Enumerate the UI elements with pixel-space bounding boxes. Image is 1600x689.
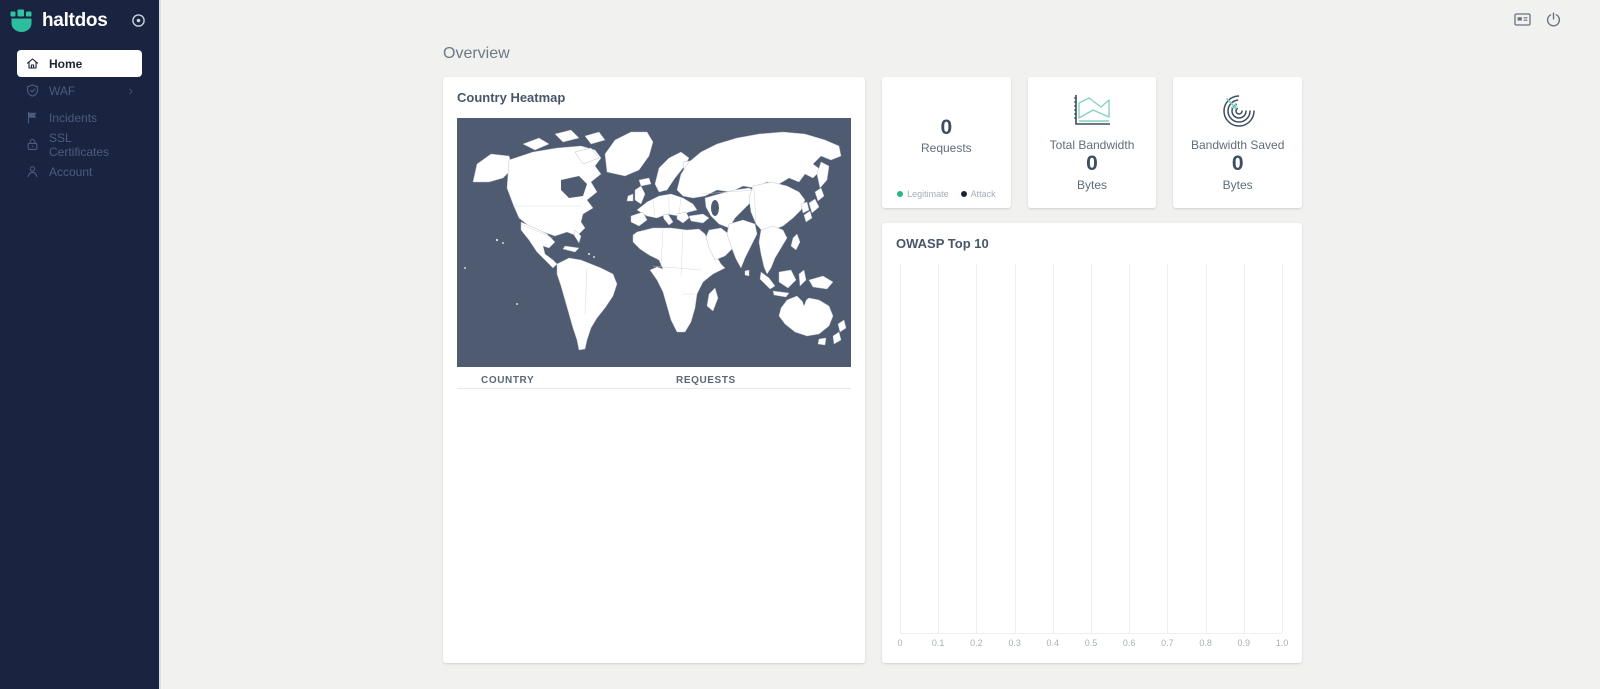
total-bandwidth-unit: Bytes bbox=[1077, 178, 1107, 192]
chevron-right-icon: › bbox=[129, 84, 133, 97]
sidebar-item-label: SSL Certificates bbox=[49, 131, 133, 159]
sidebar-item-ssl-certificates[interactable]: SSL Certificates bbox=[17, 131, 142, 158]
owasp-gridline bbox=[1015, 264, 1016, 633]
owasp-gridline bbox=[1091, 264, 1092, 633]
owasp-gridline bbox=[1167, 264, 1168, 633]
legend-label: Attack bbox=[971, 189, 996, 199]
total-bandwidth-title: Total Bandwidth bbox=[1050, 138, 1135, 152]
owasp-axis-tick: 0.7 bbox=[1161, 638, 1174, 648]
bandwidth-saved-title: Bandwidth Saved bbox=[1191, 138, 1284, 152]
attack-dot-icon bbox=[961, 191, 967, 197]
owasp-top10-card: OWASP Top 10 0 0.1 0.2 0.3 0.4 0.5 0.6 0.7 0.8 0.… bbox=[882, 223, 1302, 663]
owasp-gridline bbox=[1244, 264, 1245, 633]
total-bandwidth-card: Total Bandwidth 0 Bytes bbox=[1028, 77, 1157, 208]
owasp-gridline bbox=[1129, 264, 1130, 633]
area-chart-icon bbox=[1071, 93, 1113, 129]
requests-label: Requests bbox=[921, 141, 972, 155]
requests-value: 0 bbox=[940, 116, 952, 139]
owasp-chart-grid bbox=[900, 264, 1282, 634]
owasp-axis-tick: 0 bbox=[897, 638, 902, 648]
owasp-axis-tick: 0.1 bbox=[932, 638, 945, 648]
home-icon bbox=[26, 57, 39, 70]
lock-icon bbox=[26, 138, 39, 151]
requests-legend: Legitimate Attack bbox=[882, 189, 1011, 199]
owasp-axis-tick: 0.8 bbox=[1199, 638, 1212, 648]
country-heatmap-title: Country Heatmap bbox=[457, 90, 851, 105]
owasp-gridline bbox=[900, 264, 901, 633]
owasp-chart-axis: 00.10.20.30.40.50.60.70.80.91.0 bbox=[900, 634, 1282, 650]
bandwidth-saved-card: Bandwidth Saved 0 Bytes bbox=[1173, 77, 1302, 208]
spiral-radar-icon bbox=[1217, 93, 1259, 129]
column-header-country: COUNTRY bbox=[457, 375, 676, 386]
world-map bbox=[457, 118, 851, 367]
owasp-gridline bbox=[1206, 264, 1207, 633]
heatmap-table-header: COUNTRY REQUESTS bbox=[457, 372, 851, 389]
bandwidth-saved-value: 0 bbox=[1232, 152, 1244, 175]
owasp-axis-tick: 1.0 bbox=[1276, 638, 1289, 648]
owasp-axis-tick: 0.3 bbox=[1008, 638, 1021, 648]
settings-gear-icon[interactable] bbox=[131, 13, 146, 28]
sidebar-item-label: Incidents bbox=[49, 111, 97, 125]
sidebar-nav: Home WAF › Incidents SSL Certificates bbox=[17, 50, 142, 185]
requests-stat-card: 0 Requests Legitimate Attack bbox=[882, 77, 1011, 208]
owasp-gridline bbox=[1053, 264, 1054, 633]
sidebar-item-label: Account bbox=[49, 165, 92, 179]
haltdos-logo-icon bbox=[10, 9, 35, 32]
shield-check-icon bbox=[26, 84, 39, 97]
legend-item-attack: Attack bbox=[961, 189, 996, 199]
app-name: haltdos bbox=[42, 10, 107, 32]
owasp-axis-tick: 0.6 bbox=[1123, 638, 1136, 648]
page-title: Overview bbox=[443, 45, 1302, 63]
owasp-axis-tick: 0.5 bbox=[1085, 638, 1098, 648]
sidebar-item-waf[interactable]: WAF › bbox=[17, 77, 142, 104]
user-icon bbox=[26, 165, 39, 178]
owasp-axis-tick: 0.2 bbox=[970, 638, 983, 648]
sidebar-item-incidents[interactable]: Incidents bbox=[17, 104, 142, 131]
country-heatmap-card: Country Heatmap bbox=[443, 77, 865, 663]
sidebar-item-home[interactable]: Home bbox=[17, 50, 142, 77]
main-content: Overview Country Heatmap bbox=[163, 0, 1600, 689]
bandwidth-saved-unit: Bytes bbox=[1223, 178, 1253, 192]
owasp-title: OWASP Top 10 bbox=[896, 236, 1288, 251]
owasp-axis-tick: 0.4 bbox=[1047, 638, 1060, 648]
sidebar-item-label: Home bbox=[49, 57, 82, 71]
owasp-gridline bbox=[938, 264, 939, 633]
legend-item-legitimate: Legitimate bbox=[897, 189, 949, 199]
sidebar-item-account[interactable]: Account bbox=[17, 158, 142, 185]
owasp-gridline bbox=[976, 264, 977, 633]
flag-icon bbox=[26, 111, 39, 124]
logo-row: haltdos bbox=[0, 0, 159, 40]
owasp-axis-tick: 0.9 bbox=[1238, 638, 1251, 648]
legitimate-dot-icon bbox=[897, 191, 903, 197]
owasp-gridline bbox=[1282, 264, 1283, 633]
sidebar-item-label: WAF bbox=[49, 84, 75, 98]
sidebar: haltdos Home WAF › bbox=[0, 0, 161, 689]
column-header-requests: REQUESTS bbox=[676, 375, 851, 386]
legend-label: Legitimate bbox=[907, 189, 949, 199]
total-bandwidth-value: 0 bbox=[1086, 152, 1098, 175]
